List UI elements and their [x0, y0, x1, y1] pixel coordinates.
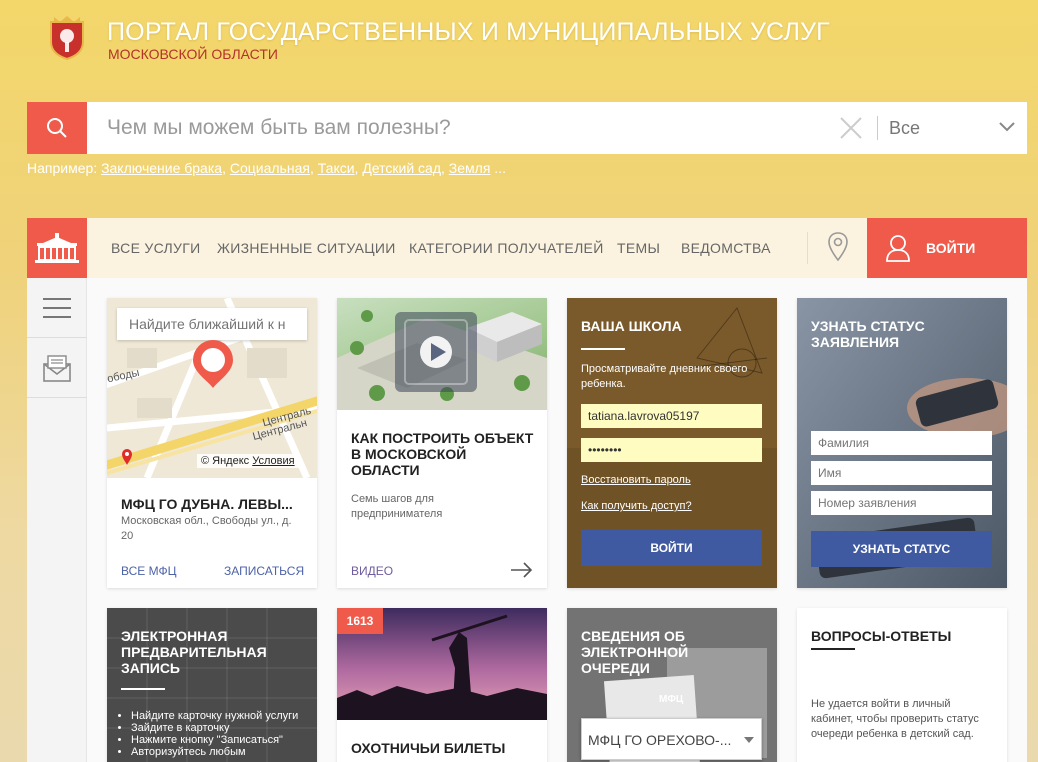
queue-ticket-label: МФЦ [659, 694, 684, 705]
example-link-kindergarten[interactable]: Детский сад [362, 160, 441, 176]
signup-link[interactable]: ЗАПИСАТЬСЯ [224, 564, 304, 578]
booking-steps: Найдите карточку нужной услуги Зайдите в… [107, 710, 307, 758]
school-login-button[interactable]: ВОЙТИ [581, 530, 762, 566]
moscow-oblast-emblem-icon[interactable] [48, 14, 86, 60]
school-login-input[interactable] [581, 404, 762, 428]
yandex-copyright: © Яндекс [201, 455, 250, 467]
mfc-select-value: МФЦ ГО ОРЕХОВО-... [588, 732, 732, 748]
map-terms-link[interactable]: Условия [252, 455, 294, 467]
example-link-marriage[interactable]: Заключение брака [101, 160, 222, 176]
government-building-icon [35, 233, 79, 263]
yandex-pin-icon [122, 449, 132, 465]
surname-input[interactable] [811, 431, 992, 455]
hamburger-menu-icon [43, 297, 71, 318]
title-underline [121, 688, 165, 690]
search-box: Все [87, 102, 1027, 154]
chevron-down-icon[interactable] [999, 122, 1015, 132]
school-desc: Просматривайте дневник своего ребенка. [581, 363, 748, 390]
faq-text[interactable]: Не удается войти в личный кабинет, чтобы… [811, 697, 986, 742]
faq-card: ВОПРОСЫ-ОТВЕТЫ Не удается войти в личный… [797, 608, 1007, 762]
name-input[interactable] [811, 461, 992, 485]
nav-recipient-categories[interactable]: КАТЕГОРИИ ПОЛУЧАТЕЛЕЙ [409, 218, 604, 278]
portal-title: ПОРТАЛ ГОСУДАРСТВЕННЫХ И МУНИЦИПАЛЬНЫХ У… [107, 18, 830, 46]
mail-icon [43, 354, 71, 382]
booking-card: ЭЛЕКТРОННАЯ ПРЕДВАРИТЕЛЬНАЯ ЗАПИСЬ Найди… [107, 608, 317, 762]
school-password-input[interactable] [581, 438, 762, 462]
build-desc: Семь шагов для предпринимателя [351, 493, 443, 520]
play-button[interactable] [395, 312, 477, 392]
menu-button[interactable] [27, 278, 87, 338]
arrow-right-icon[interactable] [511, 562, 533, 578]
build-object-card: КАК ПОСТРОИТЬ ОБЪЕКТ В МОСКОВСКОЙ ОБЛАСТ… [337, 298, 547, 588]
example-link-social[interactable]: Социальная [230, 160, 310, 176]
school-title: ВАША ШКОЛА [581, 318, 682, 334]
get-access-link[interactable]: Как получить доступ? [581, 500, 692, 512]
badge-counter: 1613 [337, 608, 383, 634]
content-area: ободы Централь Центральн © Яндекс Услови… [87, 278, 1027, 762]
nav-life-situations[interactable]: ЖИЗНЕННЫЕ СИТУАЦИИ [217, 218, 396, 278]
mfc-address: Московская обл., Свободы ул., д. 20 [121, 515, 292, 542]
example-link-land[interactable]: Земля [449, 160, 491, 176]
list-item: Авторизуйтесь любым [131, 746, 307, 758]
examples-more: ... [494, 160, 506, 176]
location-pin-icon[interactable] [827, 232, 849, 262]
hunting-title[interactable]: ОХОТНИЧЬИ БИЛЕТЫ [351, 740, 505, 756]
restore-password-link[interactable]: Восстановить пароль [581, 474, 691, 486]
play-icon [404, 319, 468, 385]
application-number-input[interactable] [811, 491, 992, 515]
messages-button[interactable] [27, 338, 87, 398]
list-item: Нажмите кнопку "Записаться" [131, 734, 307, 746]
hunting-card: 1613 ОХОТНИЧЬИ БИЛЕТЫ [337, 608, 547, 762]
title-underline [811, 648, 855, 650]
login-button[interactable]: ВОЙТИ [867, 218, 1027, 278]
map-attribution: © Яндекс Условия [197, 454, 299, 468]
search-icon [47, 118, 67, 138]
mfc-card: ободы Централь Центральн © Яндекс Услови… [107, 298, 317, 588]
map-marker-icon[interactable] [189, 340, 237, 390]
nav-departments[interactable]: ВЕДОМСТВА [681, 218, 771, 278]
status-card: УЗНАТЬ СТАТУС ЗАЯВЛЕНИЯ УЗНАТЬ СТАТУС [797, 298, 1007, 588]
search-examples: Например: Заключение брака, Социальная, … [27, 160, 506, 176]
build-title[interactable]: КАК ПОСТРОИТЬ ОБЪЕКТ В МОСКОВСКОЙ ОБЛАСТ… [351, 430, 536, 478]
booking-title: ЭЛЕКТРОННАЯ ПРЕДВАРИТЕЛЬНАЯ ЗАПИСЬ [121, 628, 267, 676]
mfc-search-input[interactable] [117, 308, 307, 340]
list-item: Зайдите в карточку [131, 722, 307, 734]
nav-divider [807, 232, 808, 264]
school-card: ВАША ШКОЛА Просматривайте дневник своего… [567, 298, 777, 588]
mfc-select[interactable]: МФЦ ГО ОРЕХОВО-... [581, 718, 762, 760]
mfc-title[interactable]: МФЦ ГО ДУБНА. ЛЕВЫ... [121, 496, 306, 512]
queue-title: СВЕДЕНИЯ ОБ ЭЛЕКТРОННОЙ ОЧЕРЕДИ [581, 628, 689, 676]
queue-card: СВЕДЕНИЯ ОБ ЭЛЕКТРОННОЙ ОЧЕРЕДИ МФЦ МФЦ … [567, 608, 777, 762]
nav-topics[interactable]: ТЕМЫ [617, 218, 660, 278]
user-icon [886, 235, 910, 262]
search-input[interactable] [107, 102, 827, 154]
login-label: ВОЙТИ [926, 240, 976, 256]
mfc-map[interactable]: ободы Централь Центральн © Яндекс Услови… [107, 298, 317, 478]
search-button[interactable] [27, 102, 87, 154]
nav-all-services[interactable]: ВСЕ УСЛУГИ [111, 218, 200, 278]
dropdown-caret-icon [744, 737, 754, 743]
home-button[interactable] [27, 218, 87, 278]
list-item: Найдите карточку нужной услуги [131, 710, 307, 722]
all-mfc-link[interactable]: ВСЕ МФЦ [121, 564, 176, 578]
main-nav: ВСЕ УСЛУГИ ЖИЗНЕННЫЕ СИТУАЦИИ КАТЕГОРИИ … [87, 218, 867, 278]
search-divider [877, 116, 878, 140]
status-title: УЗНАТЬ СТАТУС ЗАЯВЛЕНИЯ [811, 318, 925, 350]
title-underline [581, 348, 625, 350]
sidebar [27, 278, 87, 762]
video-thumbnail[interactable] [337, 298, 547, 410]
examples-label: Например: [27, 160, 98, 176]
example-link-taxi[interactable]: Такси [318, 160, 355, 176]
check-status-button[interactable]: УЗНАТЬ СТАТУС [811, 531, 992, 567]
faq-title[interactable]: ВОПРОСЫ-ОТВЕТЫ [811, 628, 951, 644]
portal-subtitle: МОСКОВСКОЙ ОБЛАСТИ [108, 46, 278, 62]
video-link[interactable]: ВИДЕО [351, 564, 393, 578]
close-icon[interactable] [839, 116, 863, 140]
